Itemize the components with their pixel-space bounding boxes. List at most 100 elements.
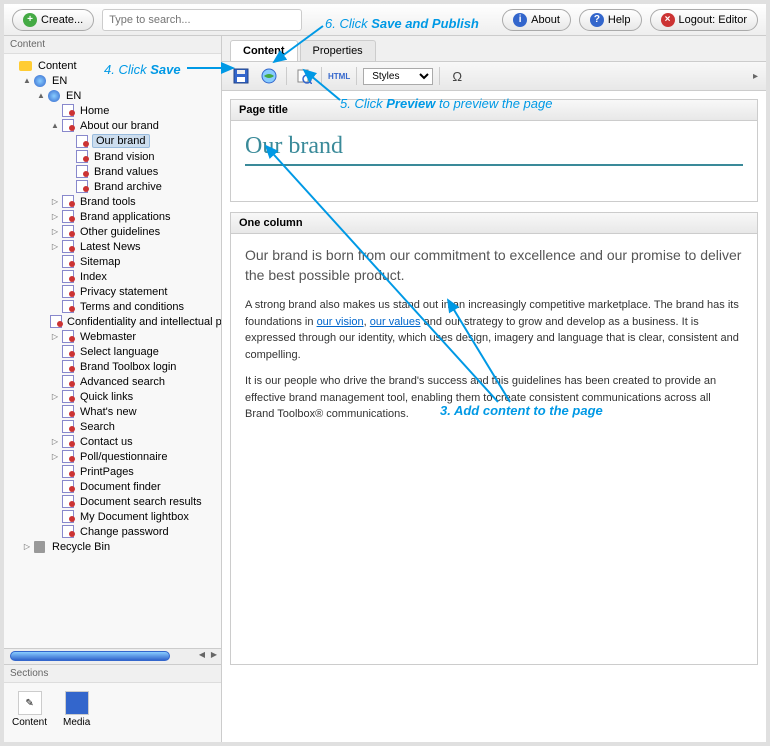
tree-label: About our brand — [78, 120, 161, 132]
page-icon — [60, 405, 75, 418]
create-button[interactable]: +Create... — [12, 9, 94, 31]
tree-node[interactable]: Brand values — [4, 164, 221, 179]
scroll-left-icon[interactable]: ◀ — [197, 650, 207, 662]
editor-tabs: Content Properties — [222, 36, 766, 62]
tree-label: Our brand — [92, 134, 150, 148]
page-icon — [60, 390, 75, 403]
info-icon: i — [513, 13, 527, 27]
tree-node[interactable]: Brand vision — [4, 149, 221, 164]
recycle-icon — [32, 540, 47, 553]
page-icon — [60, 450, 75, 463]
tree-node[interactable]: PrintPages — [4, 464, 221, 479]
tree-node[interactable]: Privacy statement — [4, 284, 221, 299]
tree-toggle-icon[interactable]: ▷ — [50, 437, 60, 446]
tree-label: PrintPages — [78, 466, 136, 478]
tab-content[interactable]: Content — [230, 40, 298, 61]
tree-node[interactable]: Content — [4, 58, 221, 73]
special-char-button[interactable]: Ω — [446, 66, 468, 86]
section-media[interactable]: Media — [63, 691, 90, 728]
html-button[interactable]: HTML — [328, 66, 350, 86]
tree-toggle-icon[interactable]: ▷ — [22, 542, 32, 551]
sections-header: Sections — [4, 665, 221, 683]
sections-panel: Sections ✎ Content Media — [4, 664, 221, 742]
tree-node[interactable]: ▷ Webmaster — [4, 329, 221, 344]
tree-node[interactable]: Index — [4, 269, 221, 284]
tree-toggle-icon[interactable]: ▷ — [50, 242, 60, 251]
sidebar: Content Content▲EN▲ENHome▲About our bran… — [4, 36, 222, 742]
tree-node[interactable]: Our brand — [4, 133, 221, 149]
tree-label: Document search results — [78, 496, 204, 508]
help-button[interactable]: ?Help — [579, 9, 642, 31]
tree-label: Privacy statement — [78, 286, 169, 298]
tree-node[interactable]: ▷ Brand tools — [4, 194, 221, 209]
link-our-vision[interactable]: our vision — [317, 316, 364, 328]
globe-icon — [46, 89, 61, 102]
about-button[interactable]: iAbout — [502, 9, 571, 31]
search-input[interactable] — [102, 9, 302, 31]
horizontal-scrollbar[interactable]: ◀ ▶ — [4, 648, 221, 664]
scroll-right-icon[interactable]: ▶ — [209, 650, 219, 662]
tree-label: Webmaster — [78, 331, 138, 343]
tree-toggle-icon[interactable]: ▷ — [50, 452, 60, 461]
tree-node[interactable]: Confidentiality and intellectual p — [4, 314, 221, 329]
tree-node[interactable]: ▷Poll/questionnaire — [4, 449, 221, 464]
tree-node[interactable]: Advanced search — [4, 374, 221, 389]
content-tree[interactable]: Content▲EN▲ENHome▲About our brandOur bra… — [4, 54, 221, 648]
page-icon — [60, 225, 75, 238]
tree-label: What's new — [78, 406, 139, 418]
tree-node[interactable]: Select language — [4, 344, 221, 359]
tree-node[interactable]: ▷Brand applications — [4, 209, 221, 224]
one-column-editor[interactable]: Our brand is born from our commitment to… — [231, 234, 757, 664]
tree-node[interactable]: ▷Latest News — [4, 239, 221, 254]
tree-node[interactable]: Change password — [4, 524, 221, 539]
page-title-block: Page title Our brand — [230, 99, 758, 202]
tree-node[interactable]: Search — [4, 419, 221, 434]
tree-toggle-icon[interactable]: ▷ — [50, 197, 60, 206]
tree-node[interactable]: ▲ About our brand — [4, 118, 221, 133]
styles-dropdown[interactable]: Styles — [363, 68, 433, 85]
tree-toggle-icon[interactable]: ▷ — [50, 212, 60, 221]
tree-toggle-icon[interactable]: ▷ — [50, 227, 60, 236]
tree-node[interactable]: Document finder — [4, 479, 221, 494]
tree-node[interactable]: Brand Toolbox login — [4, 359, 221, 374]
page-icon — [60, 119, 75, 132]
tree-node[interactable]: What's new — [4, 404, 221, 419]
link-our-values[interactable]: our values — [370, 316, 421, 328]
page-icon — [74, 165, 89, 178]
tree-node[interactable]: ▷Other guidelines — [4, 224, 221, 239]
tree-node[interactable]: ▷ Quick links — [4, 389, 221, 404]
tree-node[interactable]: Sitemap — [4, 254, 221, 269]
editor-pane: Content Properties HTML Styles Ω ▸ Page … — [222, 36, 766, 742]
tree-node[interactable]: My Document lightbox — [4, 509, 221, 524]
tree-label: Brand tools — [78, 196, 138, 208]
tree-toggle-icon[interactable]: ▲ — [50, 121, 60, 130]
tree-label: Terms and conditions — [78, 301, 186, 313]
tree-node[interactable]: ▲EN — [4, 88, 221, 103]
tree-node[interactable]: Brand archive — [4, 179, 221, 194]
toolbar-more-icon[interactable]: ▸ — [753, 71, 758, 82]
folder-icon — [18, 59, 33, 72]
save-publish-button[interactable] — [258, 66, 280, 86]
page-icon — [60, 285, 75, 298]
preview-button[interactable] — [293, 66, 315, 86]
save-button[interactable] — [230, 66, 252, 86]
tree-toggle-icon[interactable]: ▲ — [22, 76, 32, 85]
tree-node[interactable]: Terms and conditions — [4, 299, 221, 314]
tree-toggle-icon[interactable]: ▷ — [50, 332, 60, 341]
content-area: Page title Our brand One column Our bran… — [222, 91, 766, 742]
tree-node[interactable]: Home — [4, 103, 221, 118]
tree-node[interactable]: ▷Contact us — [4, 434, 221, 449]
tree-node[interactable]: ▷Recycle Bin — [4, 539, 221, 554]
tab-properties[interactable]: Properties — [300, 40, 376, 61]
tree-label: Quick links — [78, 391, 135, 403]
tree-toggle-icon[interactable]: ▲ — [36, 91, 46, 100]
section-content[interactable]: ✎ Content — [12, 691, 47, 728]
tree-node[interactable]: Document search results — [4, 494, 221, 509]
tree-node[interactable]: ▲EN — [4, 73, 221, 88]
media-section-icon — [65, 691, 89, 715]
scrollbar-thumb[interactable] — [10, 651, 170, 661]
tree-label: Index — [78, 271, 109, 283]
page-title-editor[interactable]: Our brand — [231, 121, 757, 201]
tree-toggle-icon[interactable]: ▷ — [50, 392, 60, 401]
logout-button[interactable]: ×Logout: Editor — [650, 9, 759, 31]
